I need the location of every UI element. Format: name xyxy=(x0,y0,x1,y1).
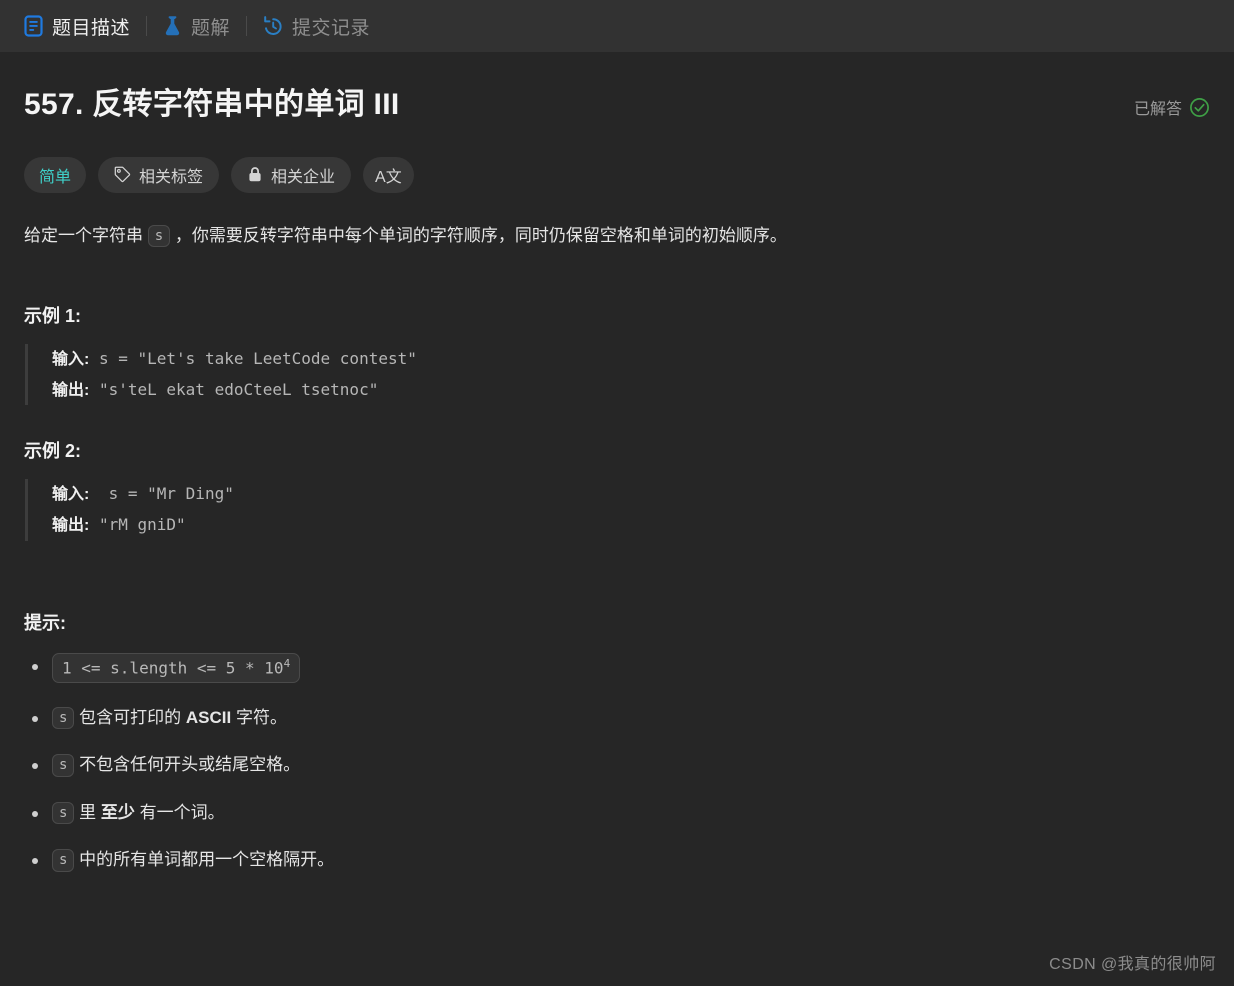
watermark: CSDN @我真的很帅阿 xyxy=(1049,956,1216,973)
example-1-input-value: s = "Let's take LeetCode contest" xyxy=(89,349,417,369)
hint-text-before: 包含可打印的 xyxy=(74,707,186,727)
related-tags-label: 相关标签 xyxy=(139,168,204,186)
hint-item: s 里 至少 有一个词。 xyxy=(24,800,1210,826)
hint-text-strong: 至少 xyxy=(100,802,135,822)
difficulty-badge[interactable]: 简单 xyxy=(24,156,87,193)
tab-divider xyxy=(246,16,248,36)
translate-icon: A文 xyxy=(375,168,402,186)
example-1-output: 输出: "s'teL ekat edoCteeL tsetnoc" xyxy=(52,375,1210,406)
problem-description: 给定一个字符串 s ，你需要反转字符串中每个单词的字符顺序，同时仍保留空格和单词… xyxy=(24,221,1210,251)
related-companies-button[interactable]: 相关企业 xyxy=(231,156,352,193)
related-tags-button[interactable]: 相关标签 xyxy=(98,156,220,193)
example-1-input: 输入: s = "Let's take LeetCode contest" xyxy=(52,344,1210,375)
lock-icon xyxy=(247,166,263,183)
hints-heading: 提示: xyxy=(24,612,66,633)
example-2-output: 输出: "rM gniD" xyxy=(52,510,1210,541)
translate-button[interactable]: A文 xyxy=(363,156,414,193)
related-companies-label: 相关企业 xyxy=(271,168,336,186)
hint-code-constraint: 1 <= s.length <= 5 * 104 xyxy=(52,652,301,683)
inline-code-s: s xyxy=(52,754,75,777)
example-1-heading: 示例 1: xyxy=(24,306,82,327)
inline-code-s: s xyxy=(52,849,75,872)
hint-text-after: 有一个词。 xyxy=(134,802,225,822)
tab-submissions[interactable]: 提交记录 xyxy=(253,7,380,46)
example-2-block: 输入: s = "Mr Ding" 输出: "rM gniD" xyxy=(25,479,1210,541)
history-icon xyxy=(263,15,283,37)
example-1-block: 输入: s = "Let's take LeetCode contest" 输出… xyxy=(25,344,1210,406)
difficulty-label: 简单 xyxy=(39,168,72,186)
example-1-input-label: 输入: xyxy=(52,351,90,369)
problem-content: 557. 反转字符串中的单词 III 已解答 简单 相关标签 相关企业 A文 给… xyxy=(0,52,1234,873)
check-circle-icon xyxy=(1189,97,1210,118)
hint-text-before: 中的所有单词都用一个空格隔开。 xyxy=(74,850,335,870)
badge-row: 简单 相关标签 相关企业 A文 xyxy=(24,156,1210,193)
hint-text-after: 字符。 xyxy=(231,707,287,727)
inline-code-s: s xyxy=(147,224,171,248)
hint-text-before: 不包含任何开头或结尾空格。 xyxy=(74,755,301,775)
example-2-input-value: s = "Mr Ding" xyxy=(89,484,234,504)
inline-code-s: s xyxy=(52,706,75,730)
hint-text-strong: ASCII xyxy=(185,707,232,727)
hint-code-exponent: 4 xyxy=(283,656,291,670)
problem-page: 题目描述 题解 提交记录 557. 反转字符串中的单词 III 已解答 简单 相… xyxy=(0,0,1234,986)
description-text-after: ，你需要反转字符串中每个单词的字符顺序，同时仍保留空格和单词的初始顺序。 xyxy=(170,225,787,245)
hint-item: s 包含可打印的 ASCII 字符。 xyxy=(24,705,1210,731)
description-text-before: 给定一个字符串 xyxy=(24,225,148,245)
example-1-output-value: "s'teL ekat edoCteeL tsetnoc" xyxy=(89,379,379,399)
tab-divider xyxy=(146,16,148,36)
status-badge: 已解答 xyxy=(1134,95,1210,119)
hints-list: 1 <= s.length <= 5 * 104 s 包含可打印的 ASCII … xyxy=(24,652,1210,873)
example-2-output-label: 输出: xyxy=(52,517,90,535)
inline-code-s: s xyxy=(52,801,75,825)
example-2-input-label: 输入: xyxy=(52,486,90,504)
page-title: 557. 反转字符串中的单词 III xyxy=(24,88,400,121)
example-2-input: 输入: s = "Mr Ding" xyxy=(52,479,1210,510)
flask-icon xyxy=(163,15,182,37)
example-1-output-label: 输出: xyxy=(52,381,90,399)
status-label: 已解答 xyxy=(1133,101,1182,118)
hint-code-text: 1 <= s.length <= 5 * 10 xyxy=(62,657,284,677)
tab-solution[interactable]: 题解 xyxy=(153,7,240,46)
tab-bar: 题目描述 题解 提交记录 xyxy=(0,0,1234,52)
tab-description-label: 题目描述 xyxy=(52,17,131,39)
hint-item: 1 <= s.length <= 5 * 104 xyxy=(24,652,1210,683)
example-2-output-value: "rM gniD" xyxy=(89,515,186,535)
hint-text-before: 里 xyxy=(74,802,101,822)
hint-item: s 不包含任何开头或结尾空格。 xyxy=(24,752,1210,778)
tab-submissions-label: 提交记录 xyxy=(292,17,371,39)
tab-description[interactable]: 题目描述 xyxy=(14,7,140,46)
example-2-heading: 示例 2: xyxy=(24,441,82,462)
tab-solution-label: 题解 xyxy=(191,17,231,39)
document-icon xyxy=(24,15,43,37)
hint-item: s 中的所有单词都用一个空格隔开。 xyxy=(24,847,1210,873)
title-row: 557. 反转字符串中的单词 III 已解答 xyxy=(24,86,1210,124)
tag-icon xyxy=(114,166,131,183)
